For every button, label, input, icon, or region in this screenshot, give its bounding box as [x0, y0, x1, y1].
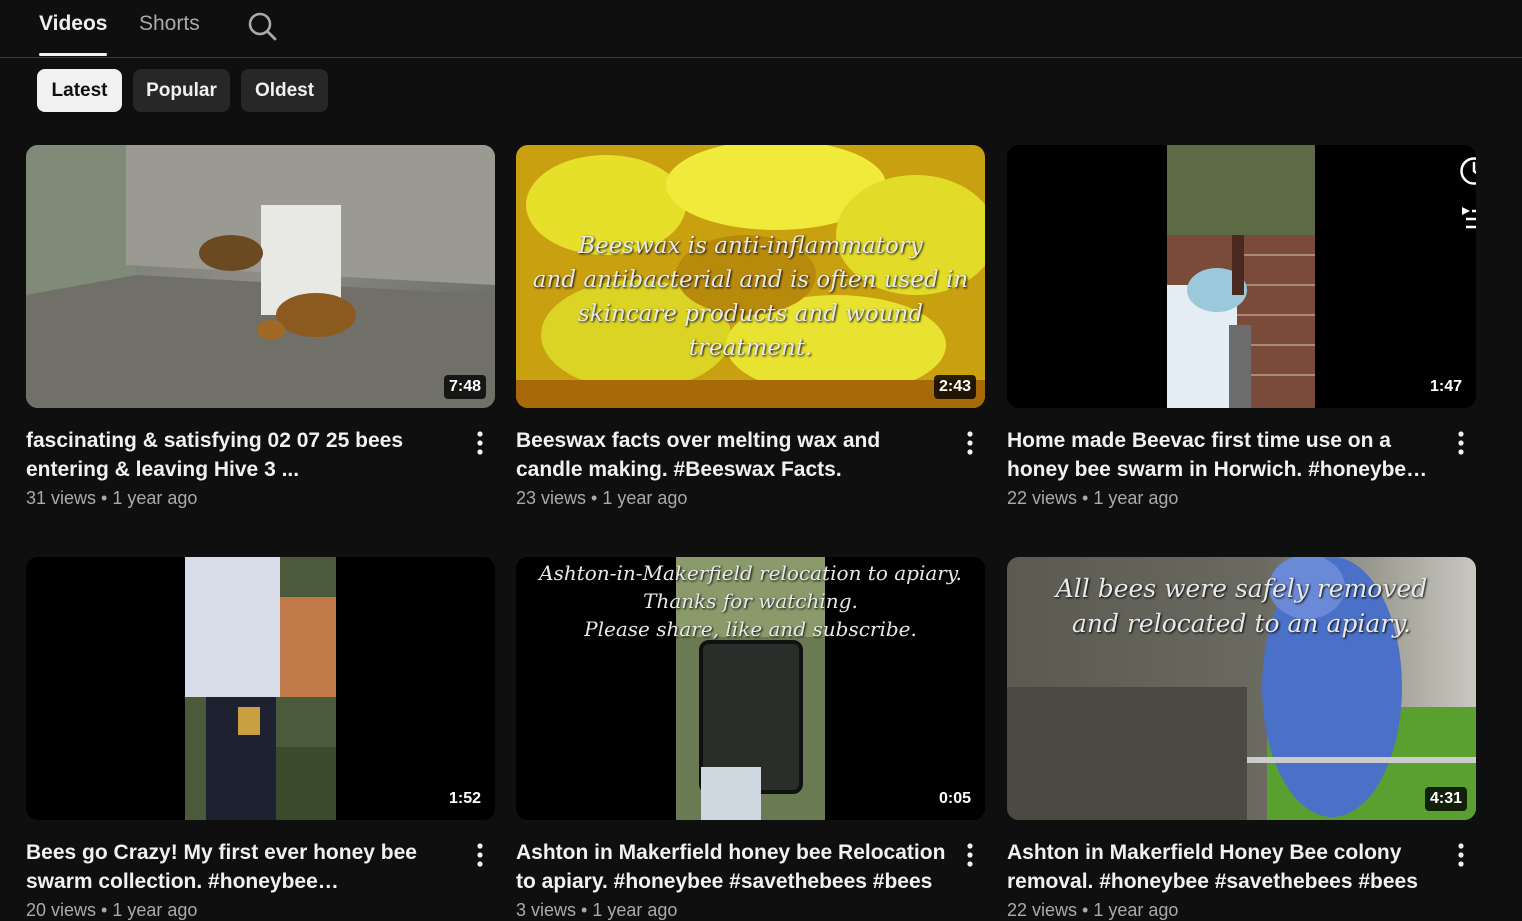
- chip-oldest[interactable]: Oldest: [241, 69, 328, 112]
- upload-age: 1 year ago: [112, 488, 198, 508]
- video-title[interactable]: Home made Beevac first time use on a hon…: [1007, 426, 1437, 484]
- video-meta: 31 views • 1 year ago: [26, 488, 197, 509]
- video-duration: 0:05: [933, 787, 976, 811]
- video-meta: 20 views • 1 year ago: [26, 900, 197, 921]
- upload-age: 1 year ago: [592, 900, 678, 920]
- view-count: 20 views: [26, 900, 97, 920]
- meta-separator: •: [591, 488, 598, 508]
- video-title[interactable]: Beeswax facts over melting wax and candl…: [516, 426, 946, 484]
- more-options-button[interactable]: [960, 429, 980, 459]
- video-thumbnail[interactable]: 7:48: [26, 145, 495, 408]
- caption-line: All bees were safely removed: [1055, 574, 1428, 603]
- more-options-button[interactable]: [470, 841, 490, 871]
- thumbnail-image: [1007, 145, 1476, 408]
- more-vert-icon: [1458, 431, 1464, 455]
- more-vert-icon: [1458, 843, 1464, 867]
- more-options-button[interactable]: [1451, 841, 1471, 871]
- search-icon: [248, 12, 277, 41]
- video-duration: 1:47: [1424, 375, 1467, 399]
- thumbnail-caption: Ashton-in-Makerfield relocation to apiar…: [516, 559, 985, 643]
- channel-tabs: Videos Shorts: [0, 0, 1522, 58]
- upload-age: 1 year ago: [112, 900, 198, 920]
- video-duration: 4:31: [1424, 787, 1467, 811]
- more-options-button[interactable]: [470, 429, 490, 459]
- video-meta: 22 views • 1 year ago: [1007, 488, 1178, 509]
- view-count: 22 views: [1007, 900, 1078, 920]
- more-vert-icon: [967, 843, 973, 867]
- caption-line: skincare products and wound treatment.: [577, 301, 924, 361]
- video-duration: 7:48: [443, 375, 486, 399]
- caption-line: Thanks for watching.: [643, 589, 858, 613]
- view-count: 23 views: [516, 488, 587, 508]
- video-duration: 2:43: [933, 375, 976, 399]
- thumbnail-image: [26, 145, 495, 408]
- add-to-queue-icon: [1462, 207, 1476, 229]
- view-count: 31 views: [26, 488, 97, 508]
- caption-line: Beeswax is anti-inflammatory: [578, 233, 923, 259]
- caption-line: and relocated to an apiary.: [1072, 609, 1411, 638]
- video-meta: 22 views • 1 year ago: [1007, 900, 1178, 921]
- video-thumbnail[interactable]: 1:47: [1007, 145, 1476, 408]
- video-thumbnail[interactable]: Beeswax is anti-inflammatory and antibac…: [516, 145, 985, 408]
- video-meta: 3 views • 1 year ago: [516, 900, 677, 921]
- video-thumbnail[interactable]: All bees were safely removed and relocat…: [1007, 557, 1476, 820]
- search-button[interactable]: [244, 8, 280, 44]
- more-vert-icon: [477, 431, 483, 455]
- video-title[interactable]: Bees go Crazy! My first ever honey bee s…: [26, 838, 456, 896]
- more-vert-icon: [967, 431, 973, 455]
- video-meta: 23 views • 1 year ago: [516, 488, 687, 509]
- tab-videos[interactable]: Videos: [39, 12, 107, 56]
- video-duration: 1:52: [443, 787, 486, 811]
- meta-separator: •: [101, 900, 108, 920]
- thumbnail-image: [26, 557, 495, 820]
- tab-shorts[interactable]: Shorts: [139, 12, 200, 56]
- thumbnail-caption: Beeswax is anti-inflammatory and antibac…: [516, 229, 985, 365]
- meta-separator: •: [581, 900, 588, 920]
- upload-age: 1 year ago: [1093, 900, 1179, 920]
- meta-separator: •: [1082, 900, 1089, 920]
- chip-popular[interactable]: Popular: [133, 69, 230, 112]
- caption-line: Please share, like and subscribe.: [584, 617, 917, 641]
- view-count: 3 views: [516, 900, 577, 920]
- more-vert-icon: [477, 843, 483, 867]
- upload-age: 1 year ago: [1093, 488, 1179, 508]
- video-title[interactable]: Ashton in Makerfield Honey Bee colony re…: [1007, 838, 1437, 896]
- video-thumbnail[interactable]: 1:52: [26, 557, 495, 820]
- more-options-button[interactable]: [1451, 429, 1471, 459]
- caption-line: and antibacterial and is often used in: [532, 267, 969, 293]
- video-title[interactable]: fascinating & satisfying 02 07 25 bees e…: [26, 426, 456, 484]
- caption-line: Ashton-in-Makerfield relocation to apiar…: [539, 561, 962, 585]
- thumbnail-caption: All bees were safely removed and relocat…: [1007, 571, 1476, 641]
- chip-latest[interactable]: Latest: [37, 69, 122, 112]
- more-options-button[interactable]: [960, 841, 980, 871]
- clock-icon: [1460, 157, 1476, 185]
- meta-separator: •: [101, 488, 108, 508]
- view-count: 22 views: [1007, 488, 1078, 508]
- upload-age: 1 year ago: [602, 488, 688, 508]
- video-title[interactable]: Ashton in Makerfield honey bee Relocatio…: [516, 838, 946, 896]
- meta-separator: •: [1082, 488, 1089, 508]
- video-thumbnail[interactable]: Ashton-in-Makerfield relocation to apiar…: [516, 557, 985, 820]
